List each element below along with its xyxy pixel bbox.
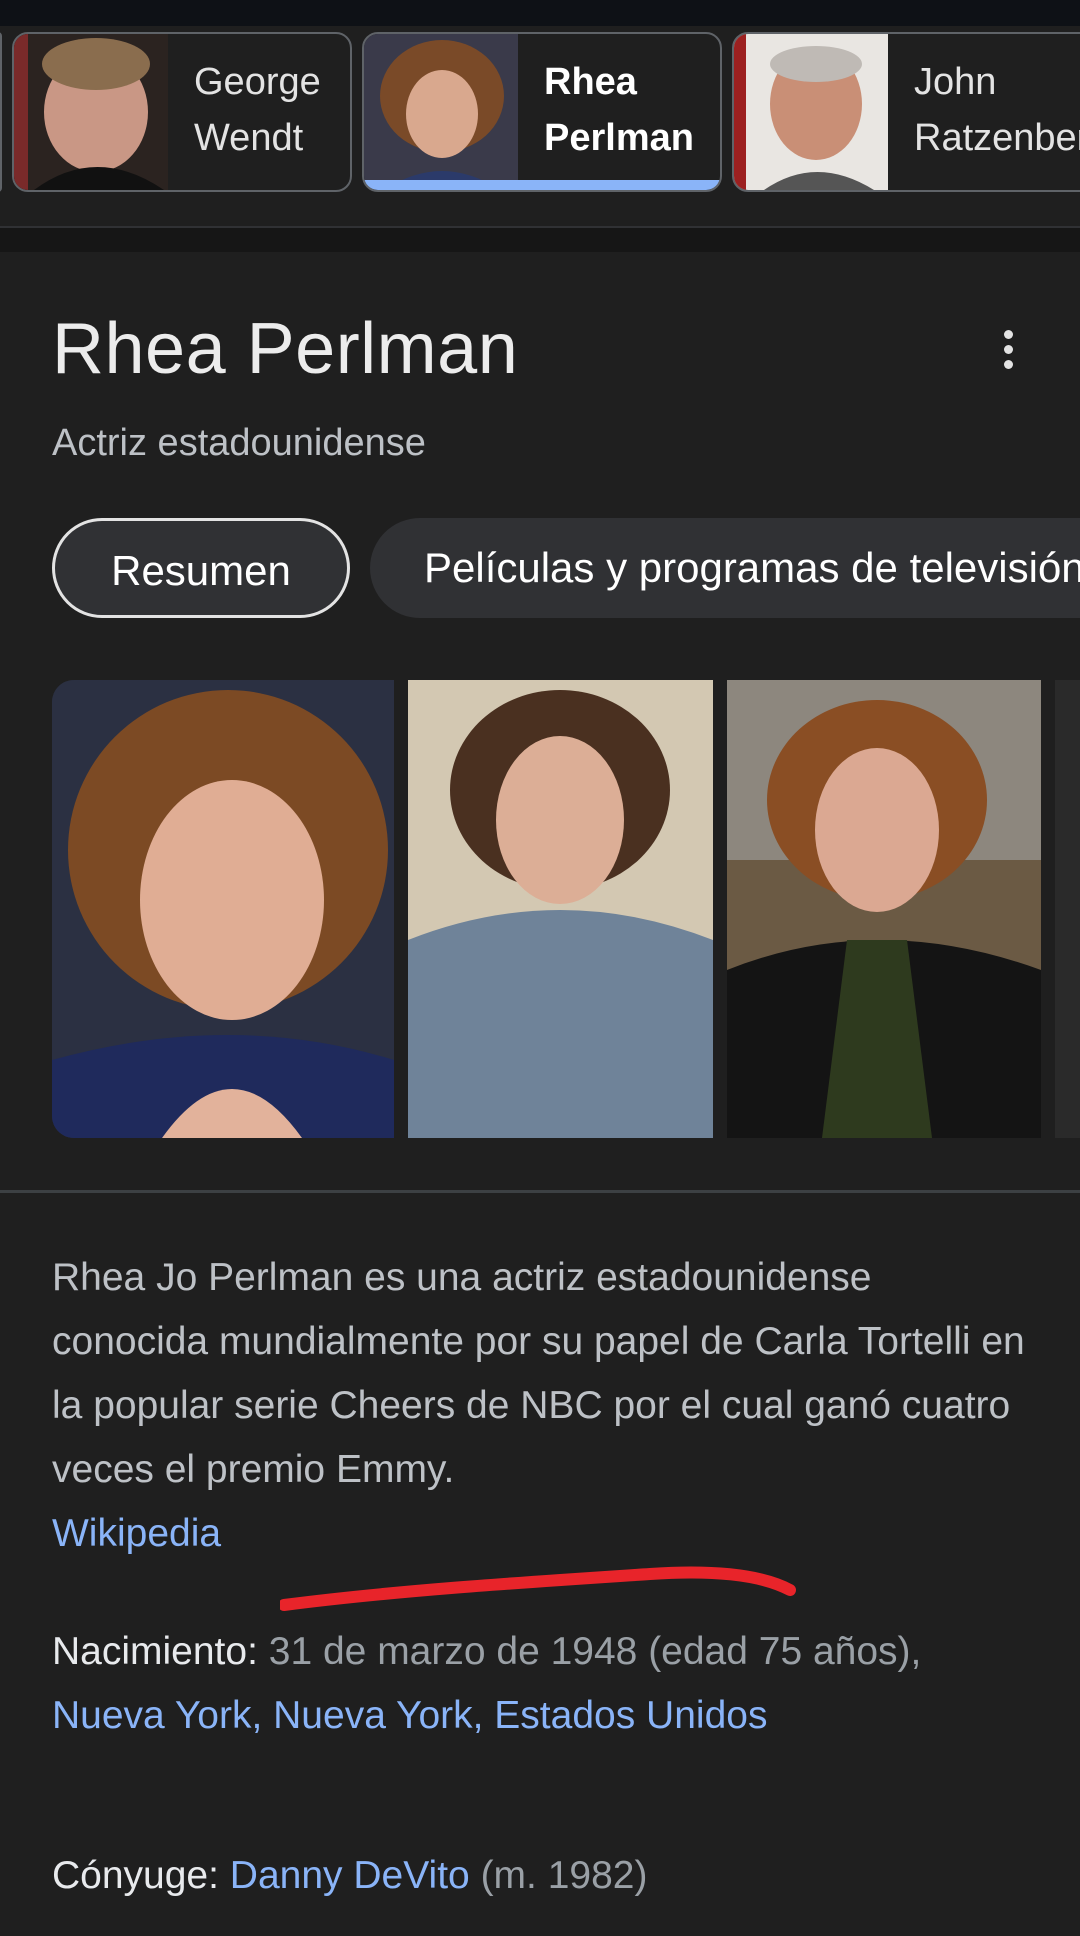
fact-label: Cónyuge: [52, 1854, 219, 1897]
person-thumbnail [734, 34, 888, 190]
person-name: Rhea Perlman [544, 61, 694, 159]
people-carousel: George Wendt Rhea Perlman John Ratzenber… [0, 26, 1080, 226]
entity-title: Rhea Perlman [52, 309, 519, 389]
tab-movies-tv[interactable]: Películas y programas de televisión [370, 518, 1080, 618]
tab-summary[interactable]: Resumen [52, 518, 350, 618]
fact-label: Nacimiento: [52, 1630, 258, 1673]
fact-spouse: Cónyuge: Danny DeVito (m. 1982) [52, 1844, 1032, 1908]
description-text: Rhea Jo Perlman es una actriz estadounid… [52, 1256, 1025, 1491]
red-underline-annotation [280, 1566, 796, 1611]
image-result[interactable] [52, 680, 394, 1138]
active-indicator [364, 180, 720, 190]
person-card-george-wendt[interactable]: George Wendt [12, 32, 352, 192]
more-options-icon[interactable] [990, 330, 1026, 386]
wikipedia-link[interactable]: Wikipedia [52, 1512, 221, 1555]
image-result[interactable] [727, 680, 1041, 1138]
fact-value: (m. 1982) [469, 1854, 648, 1897]
birthplace-link[interactable]: Nueva York, Nueva York, Estados Unidos [52, 1694, 767, 1737]
entity-subtitle: Actriz estadounidense [52, 422, 426, 464]
fact-birth: Nacimiento: 31 de marzo de 1948 (edad 75… [52, 1620, 1032, 1748]
image-result-partial[interactable] [1055, 680, 1080, 1138]
person-card-partial[interactable] [0, 32, 2, 192]
entity-description: Rhea Jo Perlman es una actriz estadounid… [52, 1246, 1032, 1566]
image-result[interactable] [408, 680, 713, 1138]
person-name: George Wendt [194, 61, 321, 159]
fact-value: 31 de marzo de 1948 (edad 75 años), [257, 1630, 922, 1673]
section-divider [0, 226, 1080, 252]
person-card-rhea-perlman[interactable]: Rhea Perlman [362, 32, 722, 192]
spouse-link[interactable]: Danny DeVito [230, 1854, 470, 1897]
person-thumbnail [364, 34, 518, 190]
section-separator [0, 1190, 1080, 1193]
person-thumbnail [14, 34, 168, 190]
person-card-john-ratzenberger[interactable]: John Ratzenberger [732, 32, 1080, 192]
person-name: John Ratzenberger [914, 61, 1080, 159]
top-strip [0, 0, 1080, 26]
